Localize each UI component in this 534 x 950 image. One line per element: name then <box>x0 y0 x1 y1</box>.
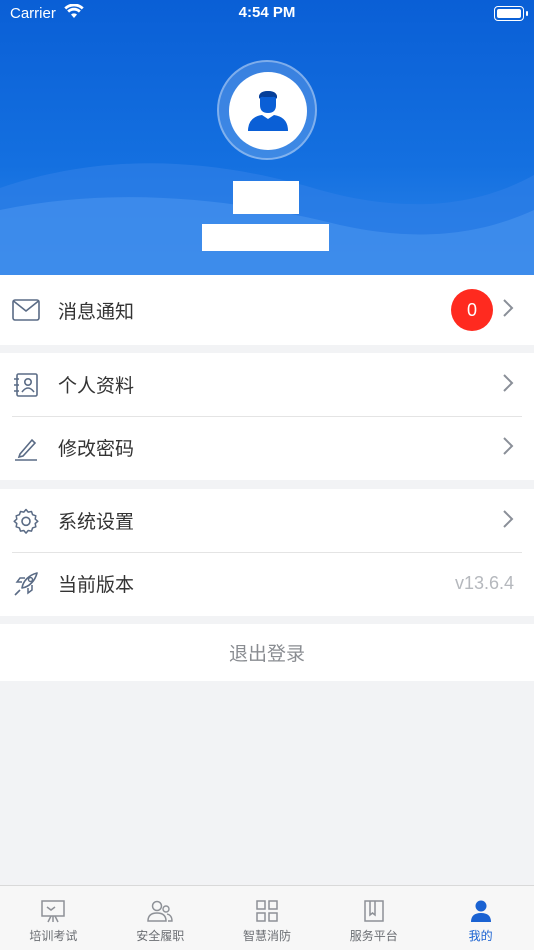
tab-label: 培训考试 <box>29 929 78 943</box>
tab-label: 安全履职 <box>136 929 185 943</box>
tab-bar: 培训考试 安全履职 智慧消防 服务平台 我的 <box>0 885 534 950</box>
tab-service-platform[interactable]: 服务平台 <box>320 886 427 950</box>
user-name-placeholder <box>233 181 299 214</box>
tab-label: 服务平台 <box>349 929 398 943</box>
contact-card-icon <box>12 371 40 399</box>
version-label: 当前版本 <box>58 574 135 596</box>
tab-safety-duty[interactable]: 安全履职 <box>107 886 214 950</box>
tab-label: 我的 <box>468 929 493 943</box>
version-row: 当前版本 v13.6.4 <box>0 552 534 615</box>
settings-row[interactable]: 系统设置 <box>0 489 534 552</box>
logout-button[interactable]: 退出登录 <box>0 624 534 681</box>
user-silhouette-icon <box>248 91 288 131</box>
change-password-label: 修改密码 <box>58 438 135 460</box>
account-section: 个人资料 修改密码 <box>0 353 534 480</box>
change-password-row[interactable]: 修改密码 <box>0 416 534 479</box>
rocket-icon <box>12 570 40 598</box>
chevron-right-icon <box>502 298 514 322</box>
tab-training-exam[interactable]: 培训考试 <box>0 886 107 950</box>
gear-icon <box>12 507 40 535</box>
notifications-label: 消息通知 <box>58 300 135 323</box>
profile-row[interactable]: 个人资料 <box>0 353 534 416</box>
battery-icon <box>494 6 528 21</box>
pencil-icon <box>12 434 40 462</box>
system-section: 系统设置 当前版本 v13.6.4 <box>0 489 534 616</box>
notifications-section: 消息通知 0 <box>0 275 534 345</box>
settings-label: 系统设置 <box>58 511 135 533</box>
user-id-placeholder <box>202 224 329 251</box>
presentation-board-icon <box>40 898 66 924</box>
chevron-right-icon <box>502 509 514 533</box>
grid-icon <box>254 898 280 924</box>
book-icon <box>361 898 387 924</box>
status-bar: Carrier 4:54 PM <box>0 0 534 28</box>
avatar-image <box>229 72 307 150</box>
unread-count-badge: 0 <box>451 289 493 331</box>
clock: 4:54 PM <box>238 4 296 21</box>
mail-icon <box>12 296 40 324</box>
tab-mine[interactable]: 我的 <box>427 886 534 950</box>
user-icon <box>468 898 494 924</box>
notifications-row[interactable]: 消息通知 0 <box>0 275 534 345</box>
users-icon <box>147 898 173 924</box>
profile-label: 个人资料 <box>58 375 135 397</box>
avatar[interactable] <box>217 60 317 160</box>
profile-header: Carrier 4:54 PM <box>0 0 534 275</box>
tab-smart-fire[interactable]: 智慧消防 <box>214 886 321 950</box>
tab-label: 智慧消防 <box>242 929 291 943</box>
version-value: v13.6.4 <box>454 573 514 593</box>
chevron-right-icon <box>502 373 514 397</box>
chevron-right-icon <box>502 436 514 460</box>
